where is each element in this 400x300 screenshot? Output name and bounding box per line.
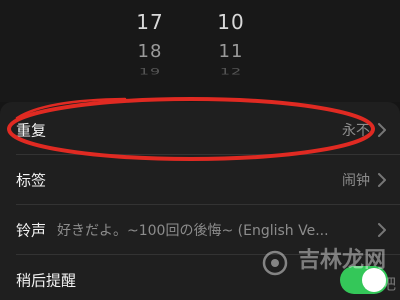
hour-option[interactable]: 19 <box>120 66 180 77</box>
repeat-row[interactable]: 重复 永不 <box>0 105 400 155</box>
repeat-value: 永不 <box>342 123 370 139</box>
watermark-logo-icon <box>262 250 288 276</box>
minute-option[interactable]: 11 <box>201 42 261 62</box>
alarm-edit-screen: 17 18 19 10 11 12 重复 永不 标签 闹钟 铃声 好きだよ。~1… <box>0 0 400 300</box>
snooze-title: 稍后提醒 <box>16 271 77 290</box>
hour-option[interactable]: 18 <box>120 42 180 62</box>
sound-value: 好きだよ。~100回の後悔~ (English Ve... <box>57 223 329 239</box>
time-picker[interactable]: 17 18 19 10 11 12 <box>0 0 400 102</box>
chevron-right-icon <box>378 223 386 237</box>
hour-option[interactable]: 17 <box>120 12 180 32</box>
repeat-label: 重复 <box>16 121 47 140</box>
chevron-right-icon <box>378 173 386 187</box>
label-row[interactable]: 标签 闹钟 <box>0 155 400 205</box>
chevron-right-icon <box>378 123 386 137</box>
watermark-text: 吉林龙网 <box>297 248 386 273</box>
label-value: 闹钟 <box>342 173 370 189</box>
label-title: 标签 <box>16 171 47 190</box>
minute-option[interactable]: 10 <box>201 12 261 32</box>
watermark-subtext: 5*吧 <box>363 275 396 293</box>
hour-wheel[interactable]: 17 18 19 <box>120 0 180 102</box>
minute-wheel[interactable]: 10 11 12 <box>201 0 261 102</box>
minute-option[interactable]: 12 <box>201 66 261 77</box>
sound-title: 铃声 <box>16 221 47 240</box>
